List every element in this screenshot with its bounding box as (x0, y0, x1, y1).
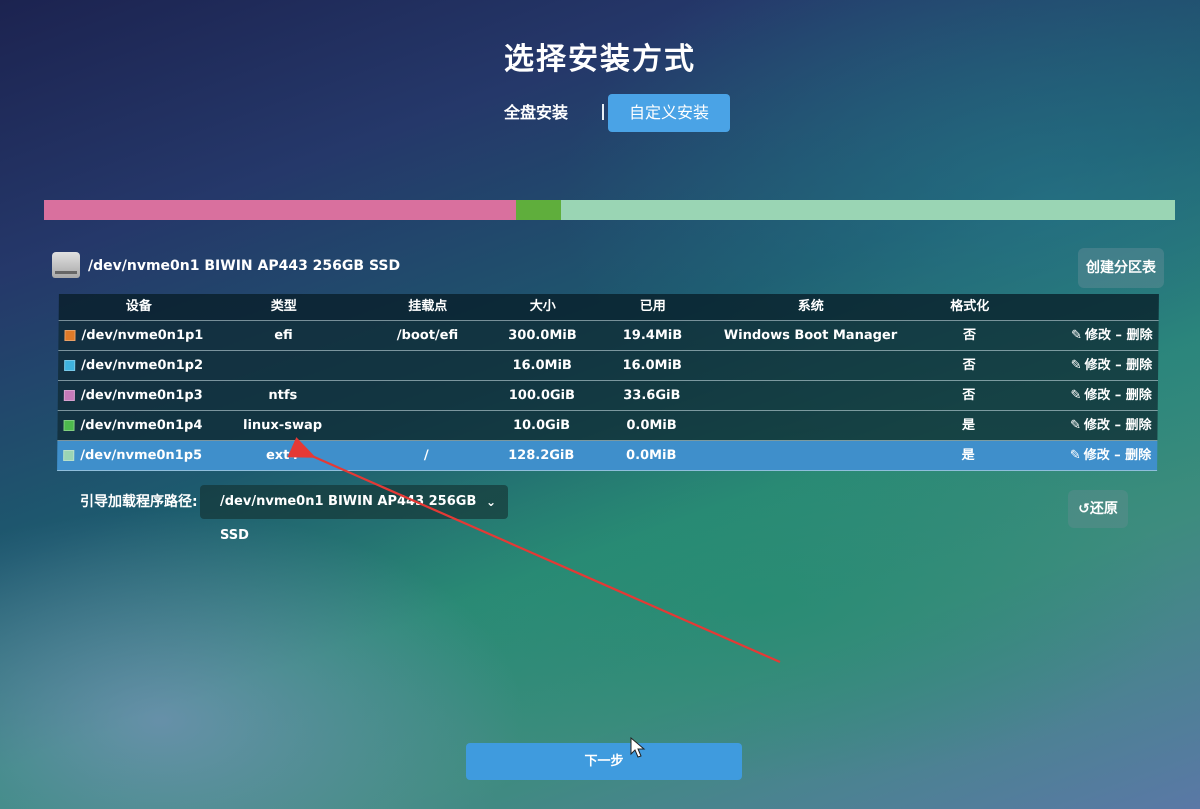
installer-screen: 选择安装方式 全盘安装 自定义安装 /dev/nvme0n1 BIWIN AP4… (0, 0, 1200, 809)
annotation-arrow (287, 437, 781, 664)
mouse-cursor-icon (630, 737, 646, 758)
annotation-arrow-line (287, 437, 781, 664)
